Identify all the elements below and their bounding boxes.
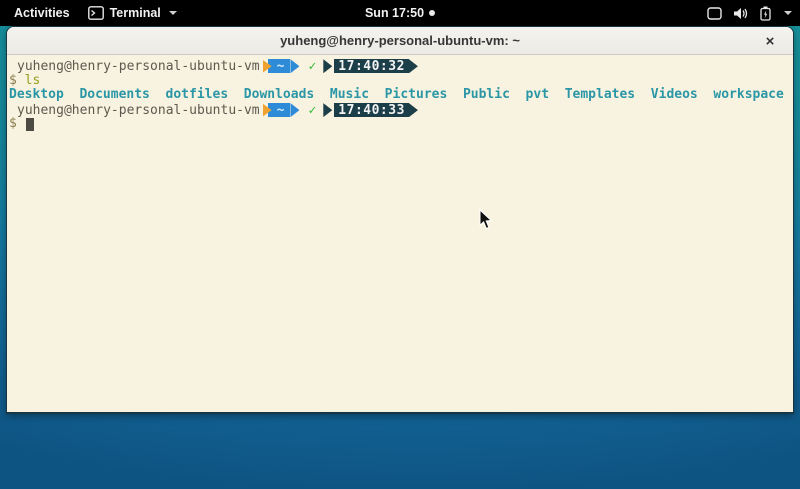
app-menu-terminal[interactable]: Terminal: [88, 6, 177, 20]
clock-button[interactable]: Sun 17:50: [365, 6, 435, 20]
prompt-user-host: yuheng@henry-personal-ubuntu-vm: [9, 103, 260, 118]
system-status-area[interactable]: [707, 0, 792, 26]
window-titlebar[interactable]: yuheng@henry-personal-ubuntu-vm: ~ ×: [7, 27, 793, 55]
prompt-time-segment: 17:40:33: [334, 103, 409, 117]
clock-label: Sun 17:50: [365, 6, 424, 20]
volume-icon: [733, 7, 749, 20]
powerline-arrow-icon: [409, 103, 418, 117]
desktop: { "top_bar": { "activities_label": "Acti…: [0, 0, 800, 489]
close-button[interactable]: ×: [757, 27, 783, 55]
prompt-time: 17:40:33: [338, 103, 405, 118]
powerline-arrow-icon: [323, 59, 332, 73]
typed-command: ls: [25, 73, 41, 88]
powerline-arrow-icon: [323, 103, 332, 117]
status-check-icon: ✓: [308, 59, 316, 74]
prompt-user-host: yuheng@henry-personal-ubuntu-vm: [9, 59, 260, 74]
top-bar: Activities Terminal Sun 17:50: [0, 0, 800, 26]
top-bar-left: Activities Terminal: [0, 4, 177, 22]
battery-charging-icon: [760, 6, 771, 21]
powerline-arrow-icon: [409, 59, 418, 73]
prompt-cwd: ~: [277, 103, 285, 118]
prompt-time: 17:40:32: [338, 59, 405, 74]
activities-button[interactable]: Activities: [10, 4, 74, 22]
prompt-time-segment: 17:40:32: [334, 59, 409, 73]
screen-share-icon: [707, 7, 722, 20]
powerline-arrow-icon: [290, 59, 299, 73]
prompt-line: yuheng@henry-personal-ubuntu-vm ~ ✓ 17:4…: [9, 59, 793, 74]
terminal-app-icon: [88, 6, 104, 20]
prompt-char: $: [9, 73, 17, 88]
app-menu-label: Terminal: [110, 6, 161, 20]
input-line[interactable]: $: [9, 117, 793, 132]
terminal-content[interactable]: yuheng@henry-personal-ubuntu-vm ~ ✓ 17:4…: [7, 55, 793, 412]
prompt-char: $: [9, 116, 17, 131]
ls-output-line: Desktop Documents dotfiles Downloads Mus…: [9, 88, 793, 103]
prompt-cwd: ~: [277, 59, 285, 74]
directory-listing: Desktop Documents dotfiles Downloads Mus…: [9, 87, 784, 102]
status-check-icon: ✓: [308, 103, 316, 118]
powerline-arrow-icon: [290, 103, 299, 117]
terminal-window: yuheng@henry-personal-ubuntu-vm: ~ × yuh…: [6, 26, 794, 414]
prompt-line: yuheng@henry-personal-ubuntu-vm ~ ✓ 17:4…: [9, 103, 793, 118]
chevron-down-icon: [784, 11, 792, 15]
text-cursor: [26, 118, 34, 131]
command-line: $ ls: [9, 74, 793, 89]
chevron-down-icon: [169, 11, 177, 15]
recording-dot-icon: [429, 10, 435, 16]
window-title: yuheng@henry-personal-ubuntu-vm: ~: [280, 33, 520, 48]
